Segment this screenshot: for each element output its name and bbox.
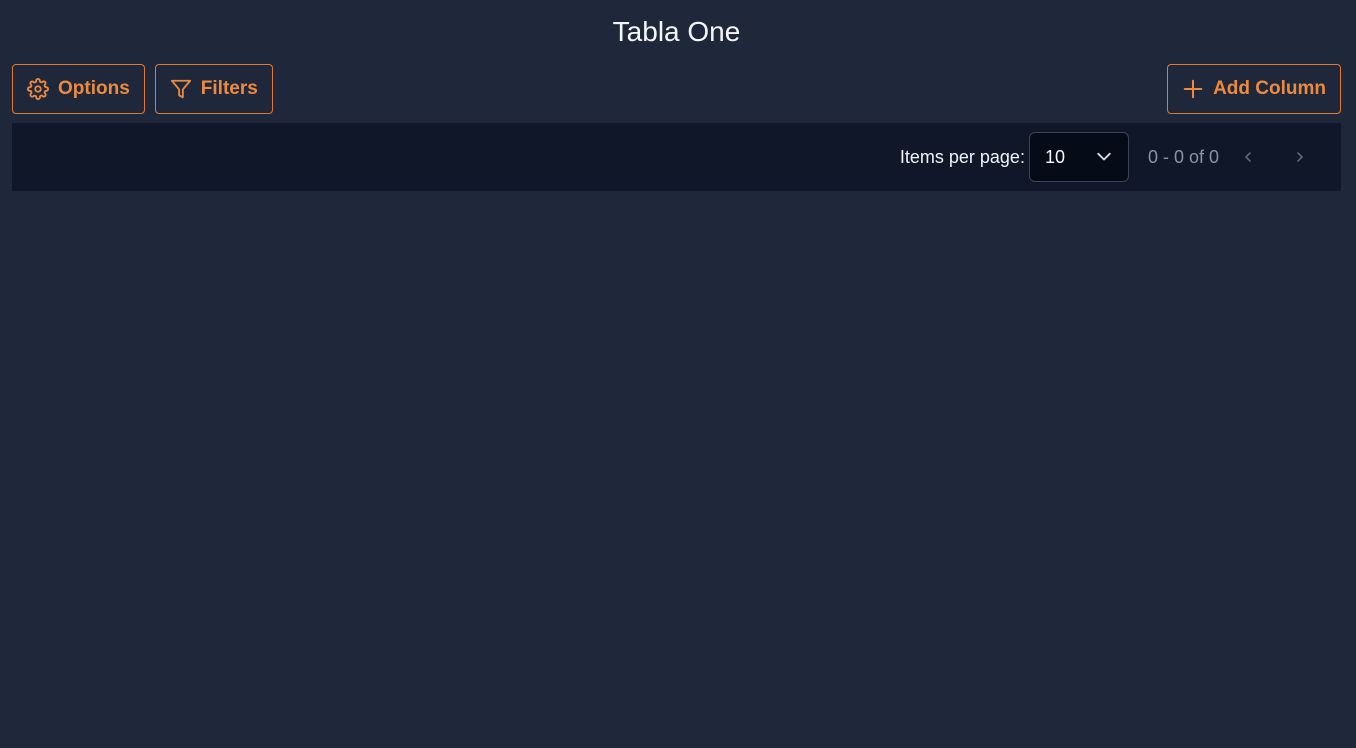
filters-button[interactable]: Filters (154, 64, 273, 114)
chevron-right-icon (1297, 152, 1303, 162)
page-size-value: 10 (1044, 146, 1065, 167)
table-toolbar: Options Filters Add Column (12, 64, 1341, 123)
add-column-button-label: Add Column (1213, 78, 1326, 99)
chevron-down-icon (1094, 147, 1114, 167)
plus-icon (1182, 78, 1204, 100)
table-body-area (12, 191, 1341, 748)
chevron-left-icon (1245, 152, 1251, 162)
previous-page-button[interactable] (1233, 142, 1263, 172)
options-button[interactable]: Options (12, 64, 145, 114)
add-column-button[interactable]: Add Column (1167, 64, 1341, 114)
filter-icon (170, 78, 192, 100)
table-page: Tabla One Options Filters Add Column Ite… (0, 0, 1356, 748)
next-page-button[interactable] (1285, 142, 1315, 172)
gear-icon (27, 78, 49, 100)
options-button-label: Options (58, 78, 130, 99)
page-range-label: 0 - 0 of 0 (1147, 146, 1219, 167)
items-per-page-label: Items per page: (899, 146, 1025, 167)
page-size-select[interactable]: 10 (1028, 132, 1129, 182)
paginator: Items per page: 10 0 - 0 of 0 (12, 123, 1341, 191)
filters-button-label: Filters (200, 78, 258, 99)
page-title: Tabla One (612, 16, 741, 47)
